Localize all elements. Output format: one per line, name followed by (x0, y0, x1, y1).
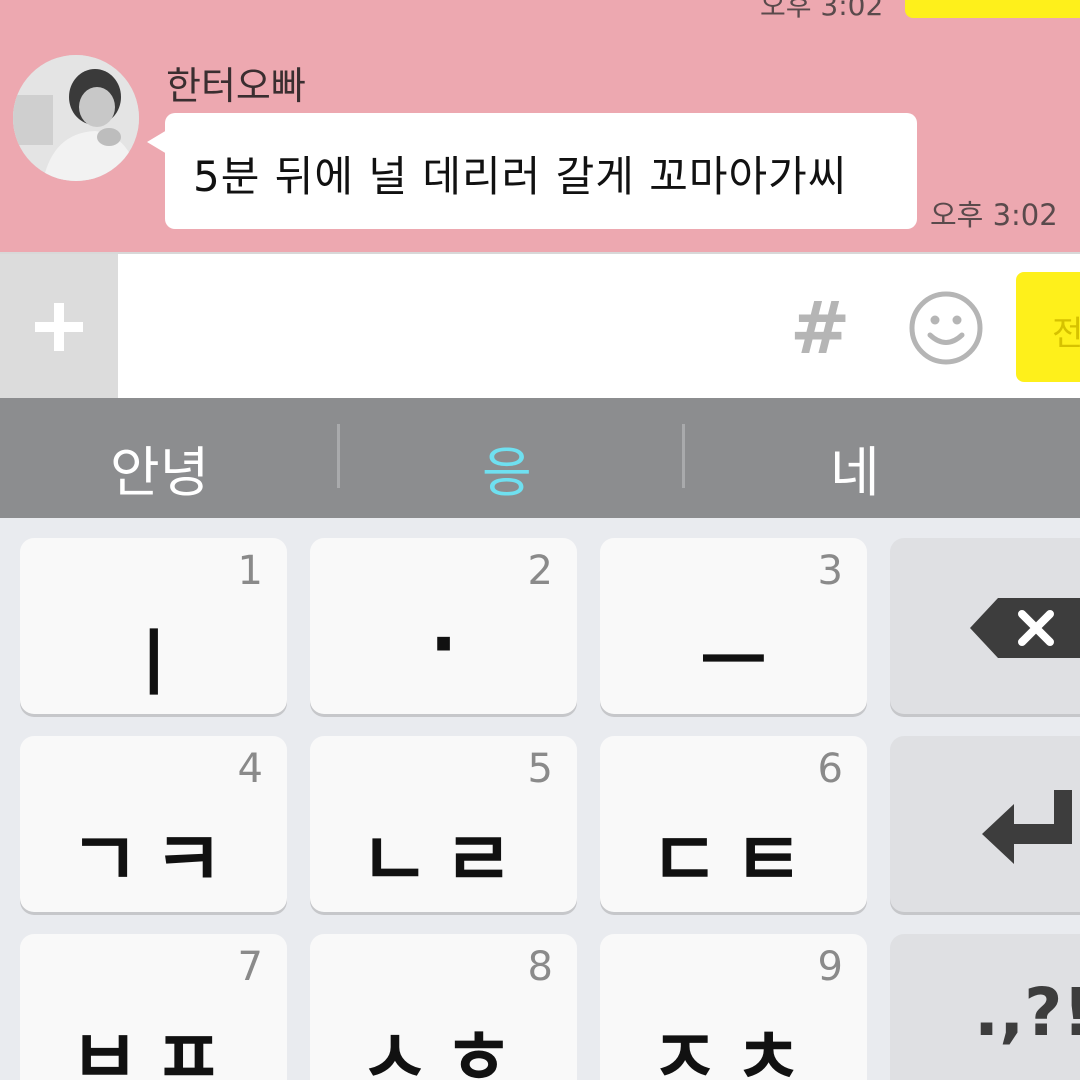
key-number: 2 (527, 548, 553, 594)
keyboard: 1 ㅣ 2 · 3 ㅡ 4 ㄱㅋ 5 ㄴㄹ 6 ㄷㅌ 7 ㅂㅍ 8 ㅅㅎ 9 ㅈ… (0, 518, 1080, 1080)
avatar[interactable] (13, 55, 139, 181)
previous-message-time: 오후 3:02 (760, 0, 884, 22)
suggestion-bar: 안녕 응 네 (0, 398, 1080, 518)
key-glyph: · (429, 602, 458, 686)
key-glyph: .,?! (974, 974, 1080, 1051)
key-s-h[interactable]: 8 ㅅㅎ (310, 934, 577, 1080)
emoji-button[interactable] (908, 290, 984, 366)
key-number: 9 (817, 944, 843, 990)
hashtag-button[interactable]: # (790, 286, 850, 370)
key-number: 7 (237, 944, 263, 990)
send-button-label: 전 (1052, 314, 1080, 354)
key-glyph: ㄷㅌ (649, 815, 818, 904)
key-eu[interactable]: 3 ㅡ (600, 538, 867, 714)
key-j-ch[interactable]: 9 ㅈㅊ (600, 934, 867, 1080)
message-time: 오후 3:02 (930, 198, 1058, 232)
plus-icon (35, 303, 83, 351)
bubble-tail (147, 130, 167, 154)
suggestion-divider (337, 424, 340, 488)
key-b-p[interactable]: 7 ㅂㅍ (20, 934, 287, 1080)
key-glyph: ㅂㅍ (69, 1013, 238, 1080)
previous-message-bubble[interactable] (905, 0, 1080, 18)
message-input[interactable] (118, 254, 778, 400)
suggestion-divider (682, 424, 685, 488)
backspace-button[interactable] (890, 538, 1080, 714)
message-bubble[interactable]: 5분 뒤에 널 데리러 갈게 꼬마아가씨 (165, 113, 917, 229)
enter-icon (982, 790, 1072, 864)
profile-photo (13, 55, 139, 181)
smiley-icon (909, 291, 983, 365)
key-glyph: ㅈㅊ (649, 1013, 818, 1080)
message-input-bar: # 전 (0, 252, 1080, 400)
key-number: 8 (527, 944, 553, 990)
key-d-t[interactable]: 6 ㄷㅌ (600, 736, 867, 912)
key-glyph: ㅡ (700, 619, 767, 703)
key-glyph: ㅅㅎ (359, 1013, 528, 1080)
punctuation-key[interactable]: .,?! (890, 934, 1080, 1080)
chat-area: 오후 3:02 한터오빠 5분 뒤에 널 데리러 갈게 꼬마아가씨 오후 3:0… (0, 0, 1080, 252)
key-glyph: ㅣ (120, 621, 187, 705)
suggestion-2[interactable]: 응 (482, 428, 532, 507)
key-g-k[interactable]: 4 ㄱㅋ (20, 736, 287, 912)
key-dot[interactable]: 2 · (310, 538, 577, 714)
key-n-r[interactable]: 5 ㄴㄹ (310, 736, 577, 912)
key-number: 3 (817, 548, 843, 594)
key-i[interactable]: 1 ㅣ (20, 538, 287, 714)
key-number: 5 (527, 746, 553, 792)
enter-button[interactable] (890, 736, 1080, 912)
sender-name: 한터오빠 (166, 64, 306, 108)
suggestion-3[interactable]: 네 (830, 428, 880, 507)
key-glyph: ㄴㄹ (359, 815, 528, 904)
key-glyph: ㄱㅋ (69, 815, 238, 904)
send-button[interactable]: 전 (1016, 272, 1080, 382)
key-number: 4 (237, 746, 263, 792)
key-number: 1 (237, 548, 263, 594)
key-number: 6 (817, 746, 843, 792)
backspace-icon (970, 598, 1080, 658)
suggestion-1[interactable]: 안녕 (110, 428, 209, 507)
add-attachment-button[interactable] (0, 254, 118, 400)
message-text: 5분 뒤에 널 데리러 갈게 꼬마아가씨 (193, 152, 848, 201)
